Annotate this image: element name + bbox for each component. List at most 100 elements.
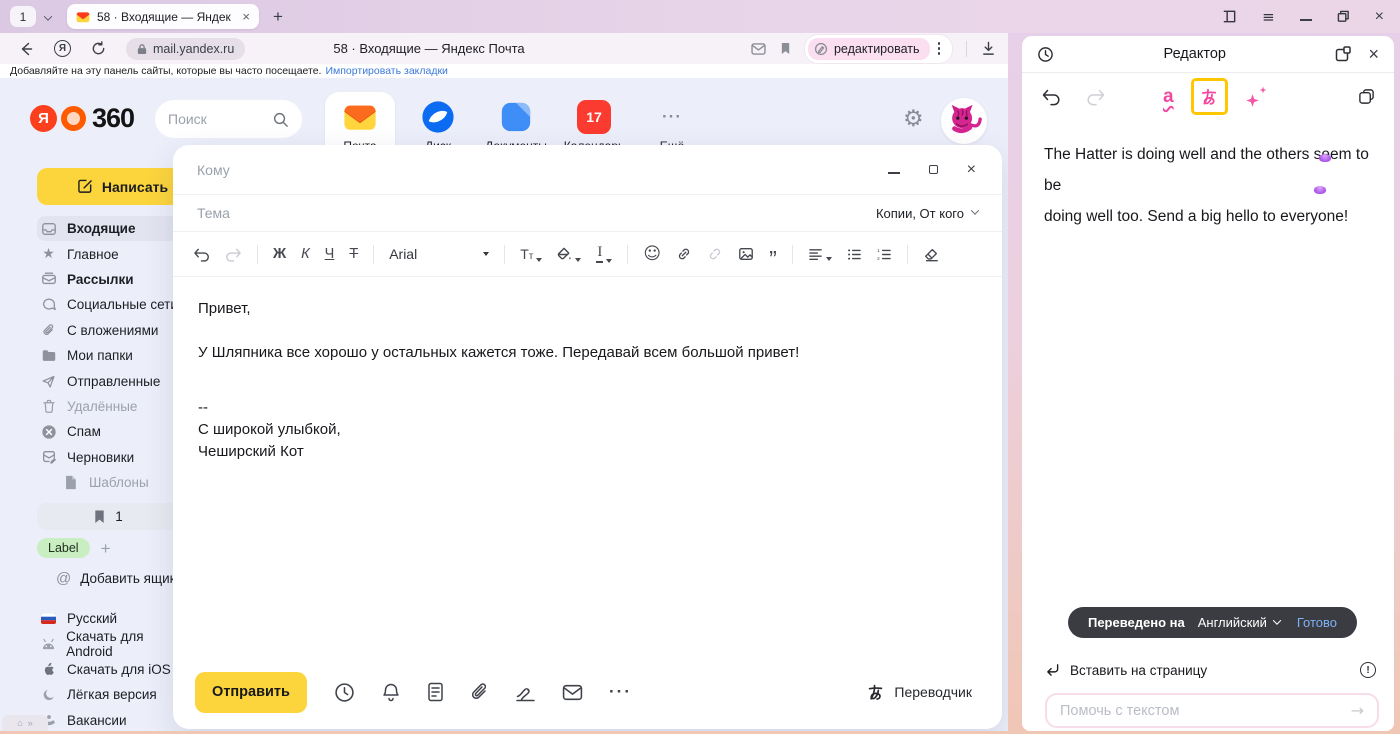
ai-prompt-field[interactable]: → xyxy=(1045,693,1379,728)
user-avatar[interactable] xyxy=(941,98,987,144)
mail-search[interactable] xyxy=(155,100,302,138)
search-input[interactable] xyxy=(168,111,272,127)
strikethrough-button[interactable]: Т xyxy=(349,246,358,262)
history-clock-icon[interactable] xyxy=(1037,46,1054,63)
body-line: Привет, xyxy=(198,298,977,320)
attach-file-icon[interactable] xyxy=(470,682,489,702)
sidebar-item-inbox[interactable]: Входящие xyxy=(37,216,187,241)
cc-from-toggle[interactable]: Копии, От кого xyxy=(876,206,978,221)
add-mailbox-item[interactable]: @ Добавить ящик xyxy=(56,570,176,587)
undo-icon[interactable] xyxy=(193,247,210,262)
light-version-link[interactable]: Лёгкая версия xyxy=(37,682,187,707)
tab-group-counter[interactable]: 1 xyxy=(10,6,36,27)
sidebar-item-social[interactable]: Социальные сети xyxy=(37,292,187,317)
checklist-icon[interactable] xyxy=(427,682,444,702)
add-label-icon[interactable]: + xyxy=(101,540,111,557)
extension-more-icon[interactable] xyxy=(938,42,941,55)
compose-expand-icon[interactable] xyxy=(929,161,938,179)
sidebar-item-my-folders[interactable]: Мои папки xyxy=(37,343,187,368)
tab-close-icon[interactable]: × xyxy=(242,10,250,23)
window-restore-icon[interactable] xyxy=(1337,10,1350,23)
send-button[interactable]: Отправить xyxy=(195,672,307,713)
sidebar-item-main[interactable]: ★ Главное xyxy=(37,241,187,266)
font-family-select[interactable]: Arial xyxy=(389,246,489,262)
bullet-list-icon[interactable] xyxy=(847,248,862,261)
reminder-bell-icon[interactable] xyxy=(381,682,401,703)
copy-icon[interactable] xyxy=(1358,88,1375,105)
compose-close-icon[interactable]: × xyxy=(967,162,976,178)
envelope-icon[interactable] xyxy=(562,684,583,701)
panel-undo-icon[interactable] xyxy=(1041,88,1061,106)
sidebar-item-trash[interactable]: Удалённые xyxy=(37,394,187,419)
settings-gear-icon[interactable]: ⚙ xyxy=(903,106,924,132)
translator-button[interactable]: Переводчик xyxy=(866,683,972,702)
ai-prompt-input[interactable] xyxy=(1060,703,1351,719)
label-tag[interactable]: Label xyxy=(37,538,90,558)
font-size-select[interactable]: Tт xyxy=(520,246,542,262)
window-close-icon[interactable]: × xyxy=(1375,9,1384,25)
sidebar-item-newsletters[interactable]: Рассылки xyxy=(37,267,187,292)
edit-extension-button[interactable]: редактировать xyxy=(805,35,952,63)
more-options-icon[interactable]: ··· xyxy=(609,682,632,702)
yandex-360-logo[interactable]: Я 360 xyxy=(30,103,134,134)
sidebar-item-spam[interactable]: Спам xyxy=(37,419,187,444)
compose-minimize-icon[interactable] xyxy=(888,161,900,179)
language-link[interactable]: Русский xyxy=(37,606,187,631)
vacancies-link[interactable]: Вакансии xyxy=(37,708,187,731)
done-button[interactable]: Готово xyxy=(1297,615,1337,630)
downloads-icon[interactable] xyxy=(981,41,996,56)
reload-icon[interactable] xyxy=(91,41,106,56)
translate-button-highlighted[interactable] xyxy=(1191,78,1228,115)
emoji-icon[interactable]: ☺ xyxy=(643,244,661,264)
translated-text[interactable]: The Hatter is doing well and the others … xyxy=(1022,120,1394,232)
moon-icon xyxy=(40,688,57,702)
mail-notify-icon[interactable] xyxy=(751,43,766,55)
editor-side-panel: Редактор × a The Hatter is doing well an… xyxy=(1022,36,1394,731)
sidebar-bookmarks-count[interactable]: 1 xyxy=(37,503,179,530)
sidebar-item-templates[interactable]: Шаблоны xyxy=(37,470,187,495)
bold-button[interactable]: Ж xyxy=(273,246,286,262)
bookmark-flag-icon[interactable] xyxy=(780,42,791,55)
open-in-window-icon[interactable] xyxy=(1335,46,1351,62)
message-body[interactable]: Привет, У Шляпника все хорошо у остальны… xyxy=(173,277,1002,484)
insert-image-icon[interactable] xyxy=(738,246,754,262)
side-panel-toggle-icon[interactable] xyxy=(1222,9,1237,24)
sidebar-item-attachments[interactable]: С вложениями xyxy=(37,318,187,343)
language-select[interactable]: Английский xyxy=(1198,615,1280,630)
numbered-list-icon[interactable]: 12 xyxy=(877,248,892,261)
back-icon[interactable] xyxy=(18,41,34,57)
panel-close-icon[interactable]: × xyxy=(1368,45,1379,63)
panel-redo-icon[interactable] xyxy=(1086,88,1106,106)
info-icon[interactable]: ! xyxy=(1360,662,1376,678)
text-color-select[interactable]: I xyxy=(596,245,612,263)
browser-menu-icon[interactable]: ≡ xyxy=(1262,8,1275,26)
link-icon[interactable] xyxy=(676,246,692,262)
address-domain-chip[interactable]: mail.yandex.ru xyxy=(126,38,245,60)
corner-widget-chip[interactable]: ⌂» xyxy=(2,715,48,731)
schedule-send-icon[interactable] xyxy=(334,682,355,703)
signature-pen-icon[interactable] xyxy=(515,683,536,702)
submit-arrow-icon[interactable]: → xyxy=(1351,701,1364,720)
new-tab-button[interactable]: + xyxy=(273,8,283,25)
redo-icon[interactable] xyxy=(225,247,242,262)
compose-subject-row[interactable]: Тема Копии, От кого xyxy=(173,195,1002,232)
download-ios-link[interactable]: Скачать для iOS xyxy=(37,657,187,682)
window-minimize-icon[interactable] xyxy=(1300,8,1312,26)
browser-tab[interactable]: 58 · Входящие — Яндек × xyxy=(67,4,259,29)
compose-to-row[interactable]: Кому × xyxy=(173,145,1002,195)
sidebar-item-sent[interactable]: Отправленные xyxy=(37,368,187,393)
align-select[interactable] xyxy=(808,248,832,261)
eraser-icon[interactable] xyxy=(923,247,939,262)
insert-to-page-action[interactable]: Вставить на страницу ! xyxy=(1045,662,1376,678)
ai-sparkles-icon[interactable] xyxy=(1245,86,1267,108)
unlink-icon[interactable] xyxy=(707,246,723,262)
tab-list-chevron-icon[interactable] xyxy=(45,8,51,26)
fill-color-select[interactable] xyxy=(557,247,581,262)
spellcheck-button[interactable]: a xyxy=(1163,86,1174,108)
yandex-button-icon[interactable]: Я xyxy=(54,40,71,57)
italic-button[interactable]: К xyxy=(301,246,310,262)
download-android-link[interactable]: Скачать для Android xyxy=(37,631,187,656)
sidebar-item-drafts[interactable]: Черновики xyxy=(37,445,187,470)
underline-button[interactable]: Ч xyxy=(325,246,335,262)
import-bookmarks-link[interactable]: Импортировать закладки xyxy=(325,65,447,77)
